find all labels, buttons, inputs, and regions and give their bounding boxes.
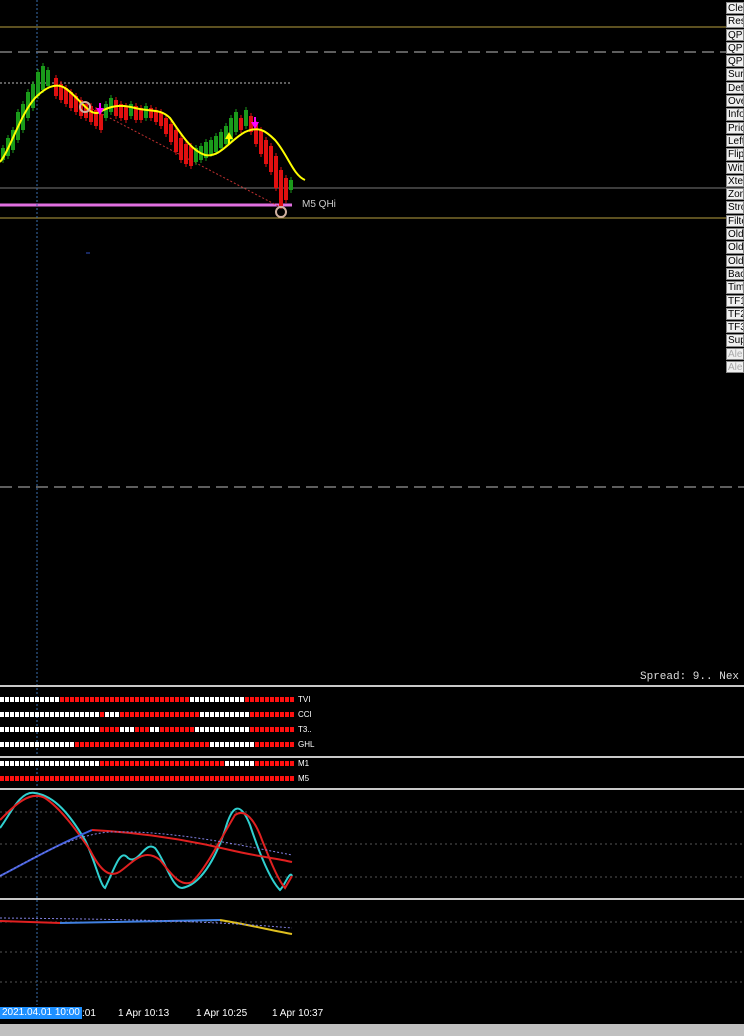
signal-row — [0, 761, 294, 767]
bull-candle — [209, 140, 213, 154]
side-menu-item[interactable]: Sur — [726, 68, 744, 81]
bear-candle — [274, 156, 278, 188]
bull-candle — [144, 106, 148, 118]
bear-candle — [259, 130, 263, 154]
side-menu-item[interactable]: Old — [726, 241, 744, 254]
bear-candle — [174, 130, 178, 152]
bull-candle — [41, 66, 45, 90]
bull-candle — [244, 110, 248, 126]
side-menu-item[interactable]: Filte — [726, 214, 744, 228]
bull-candle — [104, 104, 108, 118]
panel-separator[interactable] — [0, 756, 744, 758]
side-menu-item[interactable]: Aler — [726, 361, 744, 374]
side-menu-item[interactable]: Ove — [726, 95, 744, 108]
side-menu-item[interactable]: TF1 — [726, 294, 744, 307]
side-menu-item[interactable]: Info — [726, 108, 744, 121]
side-menu-item[interactable]: Old — [726, 254, 744, 267]
signal-row — [0, 776, 294, 782]
bear-candle — [159, 112, 163, 126]
bear-candle — [169, 124, 173, 142]
side-menu-item[interactable]: Sup — [726, 334, 744, 347]
side-menu-item[interactable]: QP — [726, 28, 744, 41]
side-menu-item[interactable]: Cle — [726, 2, 744, 15]
time-tick: :01 — [82, 1008, 96, 1019]
bull-candle — [31, 84, 35, 108]
bear-candle — [279, 170, 283, 206]
price-chart[interactable] — [0, 0, 744, 1036]
panel-separator[interactable] — [0, 788, 744, 790]
level-label: M5 QHi — [302, 199, 336, 210]
side-menu-item[interactable]: TF3 — [726, 321, 744, 334]
side-menu-item[interactable]: QP — [726, 55, 744, 68]
bull-candle — [129, 104, 133, 116]
bull-candle — [36, 72, 40, 96]
oscillator-signal-line — [0, 829, 93, 877]
horizontal-scrollbar[interactable] — [0, 1024, 744, 1036]
signal-row — [0, 697, 294, 703]
side-menu: CleResQPQPQPSurDetOveInfoPricLeftFlipWit… — [726, 2, 744, 374]
bull-candle — [289, 180, 293, 190]
signal-row — [0, 727, 294, 733]
oscillator-slow-line — [0, 794, 293, 890]
spread-readout: Spread: 9.. Nex — [640, 671, 740, 683]
signal-row-label: T3.. — [298, 725, 312, 734]
candlestick-series — [1, 63, 293, 209]
side-menu-item[interactable]: Bac — [726, 267, 744, 281]
side-menu-item[interactable]: Flip — [726, 148, 744, 161]
bull-candle — [234, 112, 238, 132]
side-menu-item[interactable]: QP — [726, 41, 744, 55]
side-menu-item[interactable]: Xter — [726, 174, 744, 188]
side-menu-item[interactable]: Left — [726, 134, 744, 148]
bear-candle — [124, 106, 128, 120]
bear-candle — [99, 114, 103, 130]
crosshair-time-label: 2021.04.01 10:00 — [0, 1007, 82, 1019]
signal-row-label: M5 — [298, 774, 310, 783]
side-menu-item[interactable]: Tim — [726, 281, 744, 294]
oscillator-trend-line — [91, 829, 293, 863]
time-tick: 1 Apr 10:13 — [118, 1008, 170, 1019]
bull-candle — [214, 136, 218, 152]
panel-separator[interactable] — [0, 898, 744, 900]
time-tick: 1 Apr 10:25 — [196, 1008, 248, 1019]
side-menu-item[interactable]: TF2 — [726, 307, 744, 321]
signal-row-label: CCI — [298, 710, 312, 719]
time-axis: :01 1 Apr 10:13 1 Apr 10:25 1 Apr 10:37 — [0, 1005, 744, 1023]
signal-row-label: TVI — [298, 695, 311, 704]
side-menu-item[interactable]: Det — [726, 81, 744, 95]
bear-candle — [269, 146, 273, 172]
bear-candle — [164, 118, 168, 134]
bear-candle — [264, 140, 268, 164]
time-tick: 1 Apr 10:37 — [272, 1008, 324, 1019]
signal-row-label: M1 — [298, 759, 310, 768]
bear-candle — [189, 146, 193, 166]
side-menu-item[interactable]: Old — [726, 228, 744, 241]
bull-candle — [219, 132, 223, 148]
side-menu-item[interactable]: Aler — [726, 347, 744, 361]
panel-separator[interactable] — [0, 685, 744, 687]
bear-candle — [184, 144, 188, 164]
side-menu-item[interactable]: Wit — [726, 161, 744, 174]
side-menu-item[interactable]: Res — [726, 15, 744, 28]
signal-row — [0, 742, 294, 748]
trend-red-line — [0, 920, 61, 924]
bear-candle — [239, 118, 243, 130]
bull-candle — [46, 70, 50, 86]
bull-candle — [109, 98, 113, 112]
bear-candle — [54, 78, 58, 96]
signal-row — [0, 712, 294, 718]
side-menu-item[interactable]: Pric — [726, 121, 744, 134]
bear-candle — [179, 138, 183, 160]
bear-candle — [284, 178, 288, 200]
oscillator-fast-line — [0, 791, 293, 892]
side-menu-item[interactable]: Zon — [726, 188, 744, 201]
bear-candle — [114, 100, 118, 116]
signal-row-label: GHL — [298, 740, 315, 749]
side-menu-item[interactable]: Stro — [726, 201, 744, 214]
